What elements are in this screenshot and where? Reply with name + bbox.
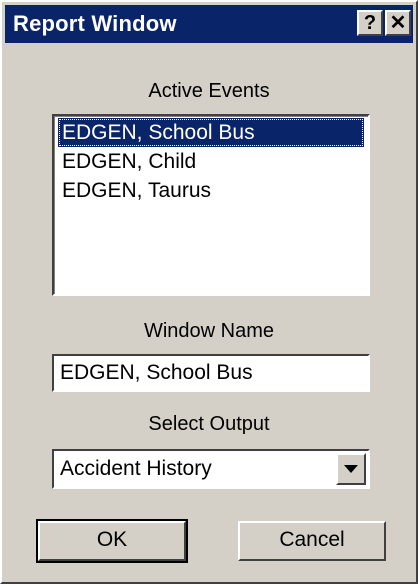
window-title: Report Window xyxy=(13,11,177,36)
close-icon: ✕ xyxy=(389,12,407,34)
window-name-label: Window Name xyxy=(143,320,275,342)
close-button[interactable]: ✕ xyxy=(385,10,411,36)
report-window: Report Window ? ✕ Active Events EDGEN, S… xyxy=(0,0,418,584)
active-events-list[interactable]: EDGEN, School Bus EDGEN, Child EDGEN, Ta… xyxy=(52,114,370,296)
window-name-input[interactable] xyxy=(52,354,370,392)
dropdown-button[interactable] xyxy=(336,453,366,485)
output-select-value: Accident History xyxy=(60,457,212,480)
output-select[interactable]: Accident History xyxy=(52,449,370,489)
active-events-label: Active Events xyxy=(148,80,270,102)
title-bar[interactable]: Report Window ? ✕ xyxy=(5,5,413,43)
list-item[interactable]: EDGEN, Taurus xyxy=(58,176,364,205)
help-button[interactable]: ? xyxy=(357,10,383,36)
list-item[interactable]: EDGEN, Child xyxy=(58,147,364,176)
list-item[interactable]: EDGEN, School Bus xyxy=(58,118,364,147)
ok-button[interactable]: OK xyxy=(36,519,188,563)
select-output-label: Select Output xyxy=(148,413,270,435)
cancel-button[interactable]: Cancel xyxy=(238,521,386,561)
chevron-down-icon xyxy=(344,465,358,473)
